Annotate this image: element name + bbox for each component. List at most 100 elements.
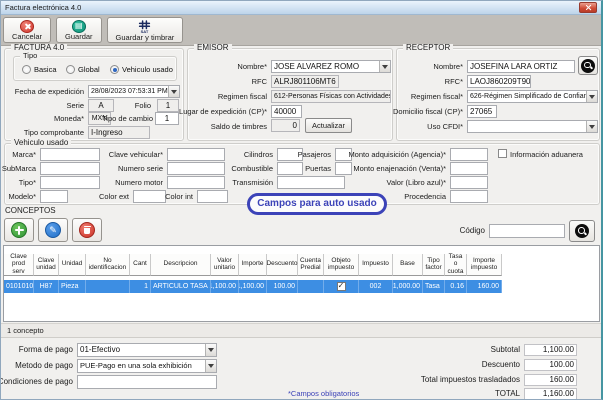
- title-bar: Factura electrónica 4.0: [1, 1, 601, 15]
- subtotal-label: Subtotal: [490, 345, 520, 354]
- col-importe-impuesto[interactable]: Importe impuesto: [467, 253, 502, 276]
- condiciones-pago-input[interactable]: [77, 375, 217, 389]
- emisor-nombre-label: Nombre*: [237, 62, 267, 71]
- receptor-regimen-label: Regimen fiscal*: [410, 92, 463, 101]
- radio-vehiculo-circle: [110, 65, 119, 74]
- save-button[interactable]: ▤ Guardar: [56, 17, 102, 43]
- forma-pago-combo[interactable]: 01-Efectivo: [77, 343, 217, 357]
- actualizar-button[interactable]: Actualizar: [305, 118, 352, 133]
- valor-libro-field[interactable]: [450, 176, 488, 189]
- col-objeto-impuesto[interactable]: Objeto impuesto: [324, 253, 359, 276]
- vehiculo-group-title: Vehiculo usado: [11, 139, 72, 147]
- transmision-field[interactable]: [277, 176, 345, 189]
- app-window: Factura electrónica 4.0 Cancelar ▤ Guard…: [0, 0, 603, 400]
- receptor-nombre-field[interactable]: JOSEFINA LARA ORTIZ: [467, 60, 575, 73]
- valor-libro-label: Valor (Libro azul)*: [386, 178, 446, 187]
- col-clave-unidad[interactable]: Clave unidad: [34, 253, 59, 276]
- receptor-domicilio-label: Domicilio fiscal (CP)*: [392, 107, 463, 116]
- window-title: Factura electrónica 4.0: [5, 2, 82, 12]
- cell-clave-prod-serv: 01010101: [4, 279, 34, 293]
- col-base[interactable]: Base: [393, 253, 423, 276]
- procedencia-field[interactable]: [450, 190, 488, 203]
- radio-basica[interactable]: Basica: [22, 65, 57, 74]
- objeto-impuesto-checkbox[interactable]: ✓: [336, 281, 346, 291]
- col-cuenta-predial[interactable]: Cuenta Predial: [298, 253, 324, 276]
- fecha-expedicion-picker[interactable]: 28/08/2023 07:53:31 PM: [88, 85, 180, 98]
- info-aduanera-checkbox[interactable]: [498, 149, 507, 158]
- emisor-lugar-field[interactable]: 40000: [271, 105, 302, 118]
- moneda-label: Moneda*: [53, 114, 84, 123]
- serie-field[interactable]: A: [88, 99, 114, 112]
- emisor-nombre-dropdown-icon[interactable]: [379, 61, 390, 72]
- codigo-input[interactable]: [489, 224, 565, 238]
- tipo-field[interactable]: [40, 176, 100, 189]
- numero-motor-field[interactable]: [167, 176, 225, 189]
- table-row[interactable]: 01010101 H87 Pieza 1 ARTICULO TASA 16 1,…: [4, 279, 502, 293]
- receptor-group-title: RECEPTOR: [403, 44, 454, 52]
- emisor-nombre-combo[interactable]: JOSE ALVAREZ ROMO: [271, 60, 391, 73]
- edit-icon: ✎: [45, 222, 61, 238]
- cancel-icon: [20, 20, 34, 33]
- save-and-stamp-label: Guardar y timbrar: [115, 33, 175, 42]
- clave-vehicular-field[interactable]: [167, 148, 225, 161]
- puertas-field[interactable]: [335, 162, 352, 175]
- cell-importe-impuesto: 160.00: [467, 279, 502, 293]
- forma-pago-dropdown-icon[interactable]: [205, 344, 216, 356]
- marca-field[interactable]: [40, 148, 100, 161]
- col-tipo-factor[interactable]: Tipo factor: [423, 253, 445, 276]
- monto-adquisicion-field[interactable]: [450, 148, 488, 161]
- radio-basica-label: Basica: [34, 64, 57, 74]
- save-and-stamp-button[interactable]: SAT Guardar y timbrar: [106, 17, 184, 43]
- cell-descripcion: ARTICULO TASA 16: [151, 279, 211, 293]
- color-int-field[interactable]: [197, 190, 228, 203]
- serie-label: Serie: [66, 101, 84, 110]
- cancel-label: Cancelar: [12, 31, 43, 41]
- monto-enajenacion-field[interactable]: [450, 162, 488, 175]
- modelo-label: Modelo*: [8, 192, 36, 201]
- delete-concepto-button[interactable]: [72, 218, 102, 242]
- col-unidad[interactable]: Unidad: [59, 253, 86, 276]
- edit-concepto-button[interactable]: ✎: [38, 218, 68, 242]
- color-ext-field[interactable]: [133, 190, 166, 203]
- col-importe[interactable]: Importe: [239, 253, 267, 276]
- combustible-field[interactable]: [277, 162, 303, 175]
- col-descripcion[interactable]: Descripcion: [151, 253, 211, 276]
- radio-basica-circle: [22, 65, 31, 74]
- condiciones-pago-label: Condiciones de pago: [0, 377, 73, 386]
- receptor-regimen-dropdown-icon[interactable]: [586, 91, 597, 102]
- metodo-pago-combo[interactable]: PUE-Pago en una sola exhibición: [77, 359, 217, 373]
- col-clave-prod-serv[interactable]: Clave prod serv: [4, 253, 34, 276]
- color-int-label: Color int: [165, 192, 193, 201]
- col-tasa-o-cuota[interactable]: Tasa o cuota: [445, 253, 467, 276]
- radio-vehiculo-usado[interactable]: Vehiculo usado: [110, 65, 173, 74]
- delete-icon: [79, 222, 95, 238]
- close-button[interactable]: [579, 2, 597, 13]
- radio-global[interactable]: Global: [66, 65, 100, 74]
- submarca-label: SubMarca: [1, 164, 36, 173]
- modelo-field[interactable]: [40, 190, 68, 203]
- receptor-search-button[interactable]: [578, 56, 598, 75]
- fecha-dropdown-icon[interactable]: [168, 86, 179, 97]
- col-no-identificacion[interactable]: No identificacion: [86, 253, 130, 276]
- receptor-domicilio-field[interactable]: 27065: [467, 105, 497, 118]
- uso-cfdi-combo[interactable]: [467, 120, 598, 133]
- cell-descuento: 100.00: [267, 279, 298, 293]
- table-header-row: Clave prod serv Clave unidad Unidad No i…: [4, 253, 502, 276]
- col-cant[interactable]: Cant: [130, 253, 151, 276]
- cancel-button[interactable]: Cancelar: [3, 17, 52, 43]
- metodo-pago-dropdown-icon[interactable]: [205, 360, 216, 372]
- col-valor-unitario[interactable]: Valor unitario: [211, 253, 239, 276]
- receptor-rfc-field[interactable]: LAOJ860209T90: [467, 75, 531, 88]
- codigo-search-button[interactable]: [569, 220, 595, 242]
- uso-cfdi-dropdown-icon[interactable]: [586, 121, 597, 132]
- factura-group: FACTURA 4.0 Tipo Basica Global Vehiculo …: [4, 44, 184, 141]
- submarca-field[interactable]: [40, 162, 100, 175]
- folio-field[interactable]: 1: [157, 99, 179, 112]
- tipo-cambio-field[interactable]: 1: [155, 112, 179, 125]
- add-concepto-button[interactable]: [4, 218, 34, 242]
- col-descuento[interactable]: Descuento: [266, 253, 298, 276]
- col-impuesto[interactable]: Impuesto: [359, 253, 393, 276]
- numero-serie-field[interactable]: [167, 162, 225, 175]
- receptor-regimen-combo[interactable]: 626-Régimen Simplificado de Confianz: [467, 90, 598, 103]
- receptor-search-icon: [581, 58, 595, 73]
